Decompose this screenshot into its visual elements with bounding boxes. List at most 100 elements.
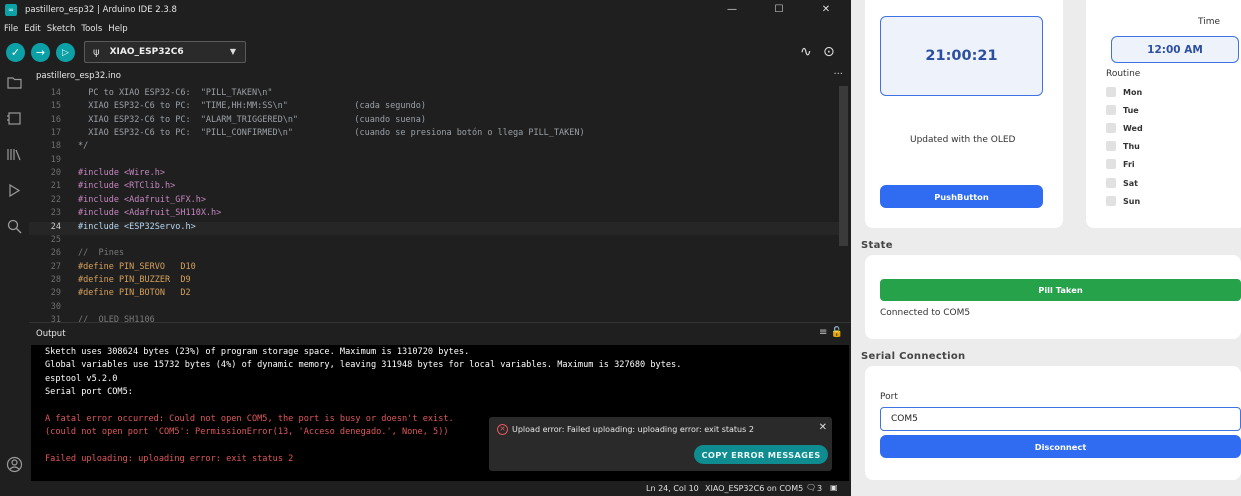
notifications-count: 3 [817,484,823,493]
code-line[interactable]: 16 XIAO ESP32-C6 to PC: "ALARM_TRIGGERED… [29,115,839,128]
board-selector[interactable]: ψ XIAO_ESP32C6 ▼ [84,41,246,63]
debug-icon[interactable] [6,182,23,199]
time-input[interactable]: 12:00 AM [1111,36,1239,63]
close-window-button[interactable]: ✕ [803,0,849,19]
code-line[interactable]: 28 #define PIN_BUZZER D9 [29,275,839,288]
code-line[interactable]: 29 #define PIN_BOTON D2 [29,288,839,301]
day-label: Fri [1123,159,1135,169]
day-checkbox-fri[interactable]: Fri [1106,157,1135,171]
push-button[interactable]: PushButton [880,185,1043,208]
line-number: 23 [50,208,61,219]
arduino-ide-window: ∞ pastillero_esp32 | Arduino IDE 2.3.8 —… [0,0,851,496]
day-checkbox-thu[interactable]: Thu [1106,139,1140,153]
output-panel-header: Output ≡ 🔓 [29,322,851,344]
menu-bar: File Edit Sketch Tools Help [0,20,130,37]
time-label: Time [1198,17,1221,27]
code-line[interactable]: 27 #define PIN_SERVO D10 [29,262,839,275]
code-text: #include <Wire.h> [78,168,165,179]
day-checkbox-wed[interactable]: Wed [1106,121,1143,135]
editor-scrollbar[interactable] [839,86,848,246]
cursor-position[interactable]: Ln 24, Col 10 [646,484,699,493]
code-text: #include <ESP32Servo.h> [78,221,196,232]
code-line[interactable]: 14 PC to XIAO ESP32-C6: "PILL_TAKEN\n" [29,88,839,101]
output-actions-icon[interactable]: ≡ 🔓 [819,327,843,338]
checkbox[interactable] [1106,178,1116,188]
output-line: (could not open port 'COM5': PermissionE… [45,427,449,438]
day-label: Wed [1123,123,1143,133]
disconnect-button[interactable]: Disconnect [880,435,1241,458]
board-port-status[interactable]: XIAO_ESP32C6 on COM5 [705,484,803,493]
code-text: XIAO ESP32-C6 to PC: "PILL_CONFIRMED\n" … [78,128,585,139]
tab-sketch-file[interactable]: pastillero_esp32.ino [36,71,121,81]
day-label: Tue [1123,105,1139,115]
sketchbook-icon[interactable] [6,74,23,91]
account-icon[interactable] [6,456,23,473]
search-icon[interactable] [6,218,23,235]
checkbox[interactable] [1106,105,1116,115]
checkbox[interactable] [1106,141,1116,151]
menu-edit[interactable]: Edit [24,24,40,34]
port-input[interactable]: COM5 [880,407,1241,431]
verify-button[interactable]: ✓ [6,43,25,62]
menu-tools[interactable]: Tools [81,24,102,34]
maximize-button[interactable]: ☐ [756,0,802,19]
checkbox[interactable] [1106,159,1116,169]
code-line[interactable]: 22 #include <Adafruit_GFX.h> [29,195,839,208]
line-number: 14 [50,88,61,98]
copy-error-messages-button[interactable]: COPY ERROR MESSAGES [694,445,828,464]
code-line[interactable]: 15 XIAO ESP32-C6 to PC: "TIME,HH:MM:SS\n… [29,101,839,114]
more-icon[interactable]: ··· [833,69,843,80]
code-line[interactable]: 20 #include <Wire.h> [29,168,839,181]
code-line[interactable]: 17 XIAO ESP32-C6 to PC: "PILL_CONFIRMED\… [29,128,839,141]
code-text: #define PIN_BOTON D2 [78,288,191,299]
debug-play-icon: ▷ [62,47,69,58]
upload-button[interactable]: → [31,43,50,62]
day-checkbox-tue[interactable]: Tue [1106,103,1139,117]
layout-icon[interactable]: ▣ [830,483,838,492]
code-line[interactable]: 23 #include <Adafruit_SH110X.h> [29,208,839,221]
day-checkbox-sun[interactable]: Sun [1106,194,1140,208]
menu-sketch[interactable]: Sketch [47,24,76,34]
minimize-button[interactable]: — [709,0,755,19]
code-text: #include <Adafruit_GFX.h> [78,194,206,205]
code-line[interactable]: 18 */ [29,141,839,154]
code-line[interactable]: 26 // Pines [29,248,839,261]
day-checkbox-mon[interactable]: Mon [1106,85,1142,99]
usb-icon: ψ [93,46,100,58]
clock-card: 21:00:21 Updated with the OLED PushButto… [865,0,1063,228]
code-text: */ [78,141,89,152]
routine-card: Time 12:00 AM Routine Mon Tue Wed Thu Fr… [1086,0,1241,228]
day-label: Sat [1123,178,1138,188]
checkbox[interactable] [1106,87,1116,97]
line-number: 18 [50,141,61,152]
pill-taken-button[interactable]: Pill Taken [880,279,1241,301]
library-manager-icon[interactable] [6,146,23,163]
serial-plotter-icon[interactable]: ∿ [800,44,812,60]
checkbox[interactable] [1106,123,1116,133]
checkbox[interactable] [1106,196,1116,206]
output-line: Sketch uses 308624 bytes (23%) of progra… [45,347,470,357]
boards-manager-icon[interactable] [6,110,23,127]
code-line[interactable]: 25 [29,235,839,248]
menu-help[interactable]: Help [108,24,127,34]
menu-file[interactable]: File [4,24,18,34]
code-text: PC to XIAO ESP32-C6: "PILL_TAKEN\n" [78,88,273,98]
notifications-icon[interactable]: 🗨 [806,483,816,492]
code-line[interactable]: 24 #include <ESP32Servo.h> [29,221,839,235]
error-icon: ✕ [497,424,508,435]
line-number: 22 [50,194,61,205]
close-icon[interactable]: ✕ [819,422,827,433]
code-editor[interactable]: 14 PC to XIAO ESP32-C6: "PILL_TAKEN\n" 15… [29,86,851,325]
debug-button[interactable]: ▷ [56,43,75,62]
output-line: Serial port COM5: [45,387,133,398]
line-number: 29 [50,288,61,299]
code-text: XIAO ESP32-C6 to PC: "TIME,HH:MM:SS\n" (… [78,101,426,112]
board-name: XIAO_ESP32C6 [109,47,184,57]
code-line[interactable]: 30 [29,302,839,315]
day-checkbox-sat[interactable]: Sat [1106,176,1138,190]
line-number: 30 [50,301,61,312]
code-line[interactable]: 21 #include <RTClib.h> [29,181,839,194]
line-number: 27 [50,261,61,272]
serial-monitor-icon[interactable]: ⊙ [823,44,835,60]
code-line[interactable]: 19 [29,155,839,168]
